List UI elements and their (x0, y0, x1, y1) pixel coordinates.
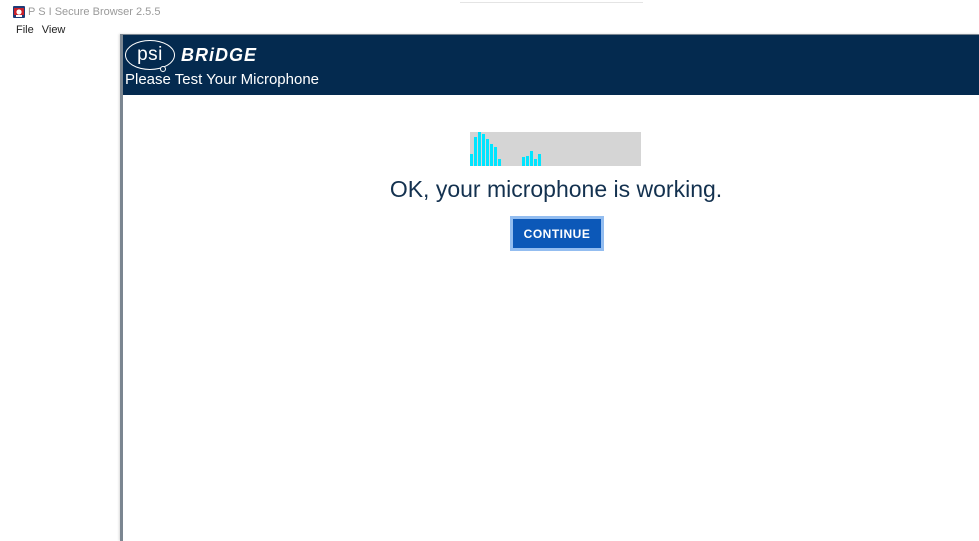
mic-level-bar (490, 144, 493, 166)
menu-file[interactable]: File (16, 24, 34, 36)
logo-bridge-text: BRiDGE (181, 44, 258, 65)
page-subtitle: Please Test Your Microphone (125, 71, 320, 88)
header-banner: psi BRiDGE Please Test Your Microphone (123, 35, 979, 95)
mic-level-bar (530, 151, 533, 166)
microphone-level-bars (470, 132, 541, 166)
continue-button[interactable]: CONTINUE (510, 216, 604, 251)
mic-level-bar (526, 156, 529, 166)
menu-bar: File View (16, 24, 65, 36)
top-tab-strip (460, 0, 643, 3)
status-message: OK, your microphone is working. (389, 176, 723, 202)
mic-level-bar (474, 137, 477, 166)
mic-level-bar (494, 147, 497, 166)
logo-psi-text: psi (137, 44, 163, 65)
mic-level-bar (482, 134, 485, 166)
mic-level-bar (486, 139, 489, 166)
menu-view[interactable]: View (42, 24, 66, 36)
content-frame: psi BRiDGE Please Test Your Microphone O… (120, 34, 979, 541)
mic-level-bar (522, 157, 525, 166)
mic-level-bar (534, 159, 537, 166)
window-title-bar: P S I Secure Browser 2.5.5 (13, 6, 160, 18)
psi-bridge-logo: psi BRiDGE (125, 38, 257, 72)
psi-app-icon (13, 6, 25, 18)
mic-level-bar (538, 154, 541, 166)
psi-logo-mark: psi (125, 40, 175, 72)
mic-level-bar (478, 132, 481, 166)
microphone-level-meter (470, 132, 641, 166)
mic-level-bar (470, 154, 473, 166)
window-title: P S I Secure Browser 2.5.5 (28, 6, 161, 18)
mic-level-bar (498, 159, 501, 166)
